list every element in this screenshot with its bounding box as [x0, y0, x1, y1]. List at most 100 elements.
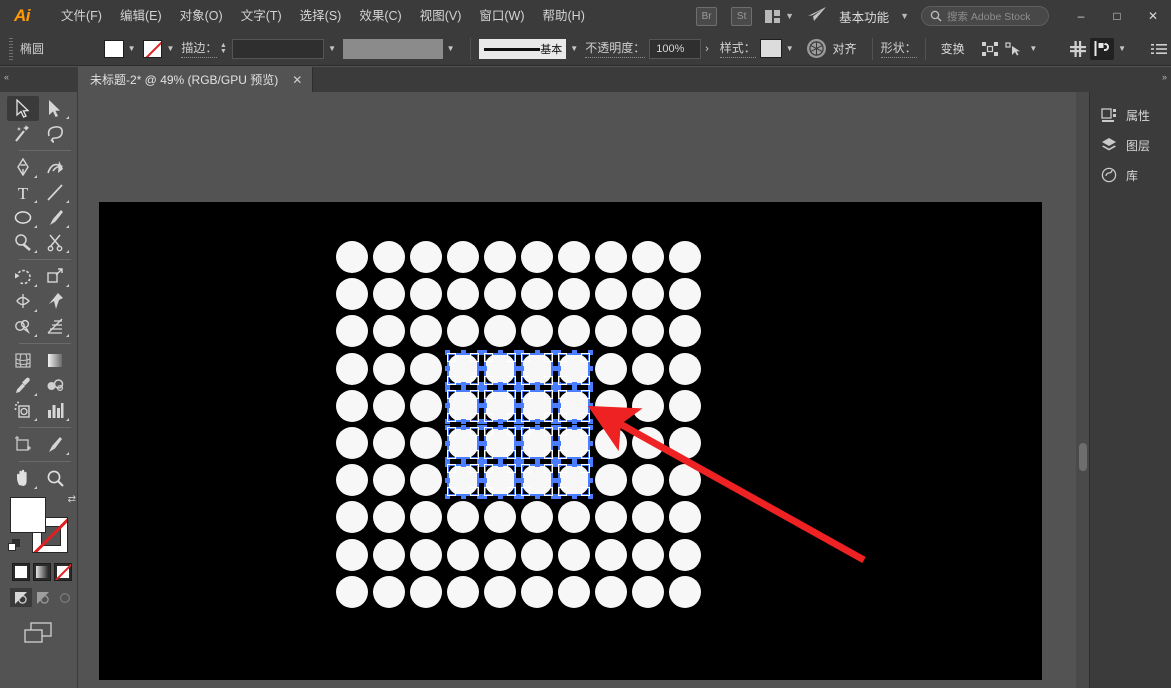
curvature-tool[interactable]: [39, 155, 71, 180]
shape-builder-tool[interactable]: [7, 314, 39, 339]
recolor-artwork-icon[interactable]: [807, 39, 826, 58]
path-anchor-point[interactable]: [484, 450, 493, 459]
path-anchor-point[interactable]: [507, 487, 516, 496]
search-stock-input[interactable]: 搜索 Adobe Stock: [921, 6, 1049, 26]
path-anchor-point[interactable]: [544, 487, 553, 496]
path-anchor-point[interactable]: [484, 487, 493, 496]
stroke-swatch[interactable]: [143, 40, 163, 58]
selection-handle[interactable]: [445, 441, 450, 446]
panel-libraries[interactable]: 库: [1090, 160, 1171, 190]
stroke-weight-input[interactable]: [232, 39, 324, 59]
align-button[interactable]: 对齐: [826, 37, 864, 60]
arrange-documents-button[interactable]: ▼: [765, 10, 794, 23]
path-anchor-point[interactable]: [507, 413, 516, 422]
selection-handle[interactable]: [519, 441, 524, 446]
path-anchor-point[interactable]: [470, 427, 479, 436]
selection-handle[interactable]: [519, 478, 524, 483]
selection-handle[interactable]: [461, 494, 466, 499]
selection-handle[interactable]: [461, 350, 466, 355]
selection-handle[interactable]: [572, 425, 577, 430]
distribute-spacing-button[interactable]: [1090, 38, 1114, 60]
selection-handle[interactable]: [535, 494, 540, 499]
path-anchor-point[interactable]: [544, 450, 553, 459]
menu-effect[interactable]: 效果(C): [350, 0, 410, 32]
path-anchor-point[interactable]: [470, 413, 479, 422]
path-anchor-point[interactable]: [558, 353, 567, 362]
none-mode-button[interactable]: [54, 563, 72, 581]
selection-handle[interactable]: [572, 462, 577, 467]
workspace-chevron-icon[interactable]: ▼: [900, 11, 909, 21]
path-anchor-point[interactable]: [581, 353, 590, 362]
selection-handle[interactable]: [535, 425, 540, 430]
stroke-profile-chevron-icon[interactable]: ▼: [447, 44, 455, 53]
menu-select[interactable]: 选择(S): [291, 0, 351, 32]
stroke-profile-dropdown[interactable]: [343, 39, 443, 59]
selection-handle[interactable]: [572, 350, 577, 355]
slice-tool[interactable]: [39, 432, 71, 457]
gradient-tool[interactable]: [39, 348, 71, 373]
stroke-weight-chevron-icon[interactable]: ▼: [328, 44, 336, 53]
path-anchor-point[interactable]: [447, 376, 456, 385]
scissors-tool[interactable]: [39, 230, 71, 255]
selection-tool[interactable]: [7, 96, 39, 121]
path-anchor-point[interactable]: [507, 450, 516, 459]
selection-handle[interactable]: [482, 441, 487, 446]
path-anchor-point[interactable]: [447, 353, 456, 362]
artboard[interactable]: [99, 202, 1042, 680]
path-anchor-point[interactable]: [484, 390, 493, 399]
align-center-button[interactable]: [1066, 38, 1090, 60]
transform-button[interactable]: 变换: [934, 37, 972, 60]
path-anchor-point[interactable]: [544, 464, 553, 473]
draw-normal-button[interactable]: [10, 588, 32, 607]
mesh-tool[interactable]: [7, 348, 39, 373]
distribute-chevron-icon[interactable]: ▼: [1118, 44, 1126, 53]
fill-swatch[interactable]: [104, 40, 124, 58]
selection-handle[interactable]: [556, 441, 561, 446]
stroke-chevron-icon[interactable]: ▼: [166, 44, 174, 53]
selection-handle[interactable]: [588, 403, 593, 408]
path-anchor-point[interactable]: [544, 427, 553, 436]
type-tool[interactable]: T: [7, 180, 39, 205]
close-button[interactable]: ✕: [1135, 0, 1171, 32]
path-anchor-point[interactable]: [484, 427, 493, 436]
path-anchor-point[interactable]: [484, 376, 493, 385]
fill-chevron-icon[interactable]: ▼: [128, 44, 136, 53]
brush-definition-dropdown[interactable]: 基本: [479, 39, 567, 59]
selection-handle[interactable]: [588, 441, 593, 446]
path-anchor-point[interactable]: [470, 390, 479, 399]
path-anchor-point[interactable]: [470, 464, 479, 473]
path-anchor-point[interactable]: [470, 487, 479, 496]
path-anchor-point[interactable]: [470, 376, 479, 385]
zoom-tool[interactable]: [39, 466, 71, 491]
path-anchor-point[interactable]: [544, 390, 553, 399]
path-anchor-point[interactable]: [507, 390, 516, 399]
width-tool[interactable]: [7, 289, 39, 314]
menu-object[interactable]: 对象(O): [171, 0, 232, 32]
selection-handle[interactable]: [519, 366, 524, 371]
stroke-weight-label[interactable]: 描边：: [181, 39, 217, 58]
select-similar-button[interactable]: [1002, 38, 1026, 60]
selection-handle[interactable]: [482, 403, 487, 408]
hand-tool[interactable]: [7, 466, 39, 491]
path-anchor-point[interactable]: [558, 413, 567, 422]
bridge-icon[interactable]: Br: [696, 7, 717, 26]
panel-layers[interactable]: 图层: [1090, 130, 1171, 160]
draw-behind-button[interactable]: [32, 588, 54, 607]
select-similar-chevron-icon[interactable]: ▼: [1029, 44, 1037, 53]
selection-handle[interactable]: [498, 350, 503, 355]
change-screen-mode-button[interactable]: [22, 621, 77, 652]
control-bar-grip[interactable]: [6, 38, 16, 60]
selection-handle[interactable]: [498, 494, 503, 499]
selection-handle[interactable]: [556, 478, 561, 483]
path-anchor-point[interactable]: [521, 353, 530, 362]
artboard-tool[interactable]: [7, 432, 39, 457]
line-segment-tool[interactable]: [39, 180, 71, 205]
stock-icon[interactable]: St: [731, 7, 752, 26]
path-anchor-point[interactable]: [581, 487, 590, 496]
path-anchor-point[interactable]: [544, 376, 553, 385]
selection-handle[interactable]: [445, 478, 450, 483]
perspective-grid-tool[interactable]: [39, 314, 71, 339]
selection-handle[interactable]: [445, 403, 450, 408]
selection-handle[interactable]: [498, 462, 503, 467]
rotate-tool[interactable]: [7, 264, 39, 289]
